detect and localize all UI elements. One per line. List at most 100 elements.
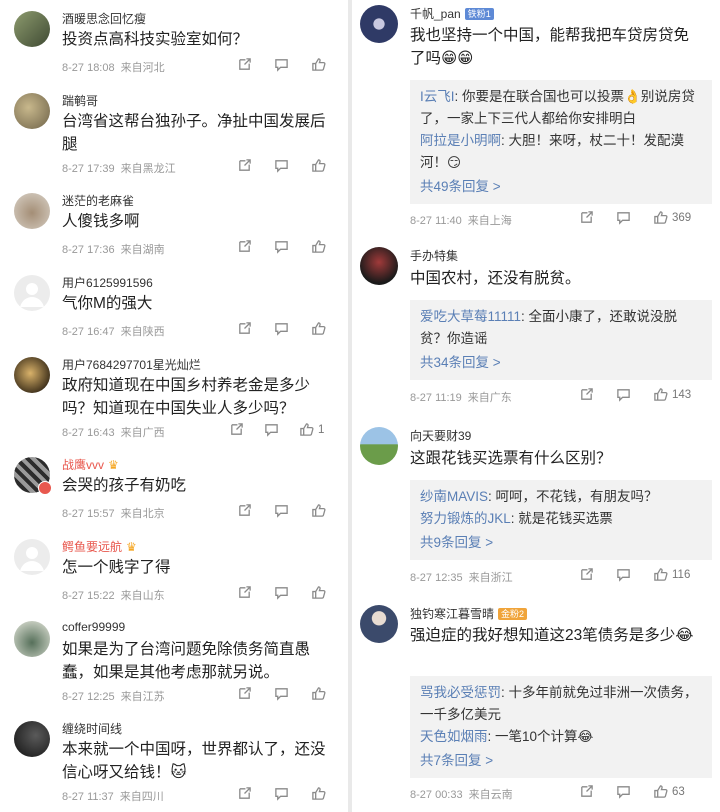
- commenter-name[interactable]: 独钓寒江暮雪晴 金粉2: [410, 605, 528, 622]
- commenter-name[interactable]: 迷茫的老麻雀: [62, 192, 134, 209]
- comment-icon[interactable]: [273, 57, 290, 72]
- share-icon[interactable]: [236, 321, 253, 336]
- reply-item[interactable]: 努力锻炼的JKL: 就是花钱买选票: [420, 508, 702, 530]
- reply-author[interactable]: 骂我必受惩罚: [420, 685, 501, 700]
- share-icon[interactable]: [578, 210, 595, 225]
- like-icon[interactable]: [298, 422, 315, 437]
- comment-actions: [236, 503, 327, 518]
- like-icon[interactable]: [652, 784, 669, 799]
- share-icon[interactable]: [236, 503, 253, 518]
- horse-avatar[interactable]: [14, 621, 50, 657]
- comment-time: 8-27 11:19: [410, 392, 462, 404]
- reply-author[interactable]: 纱南MAVIS: [420, 489, 488, 504]
- like-count: 116: [672, 568, 691, 581]
- commenter-name[interactable]: 战鹰vvv ♛: [62, 456, 119, 473]
- share-icon[interactable]: [578, 784, 595, 799]
- comment-meta: 8-27 15:22 来自山东: [62, 587, 171, 603]
- comment-icon[interactable]: [273, 686, 290, 701]
- like-icon[interactable]: [652, 567, 669, 582]
- field-avatar[interactable]: [360, 427, 398, 465]
- reply-author[interactable]: 天色如烟雨: [420, 729, 488, 744]
- default-user-avatar[interactable]: [14, 539, 50, 575]
- more-replies-link[interactable]: 共9条回复 >: [420, 532, 702, 554]
- comment-actions: [236, 158, 327, 173]
- comment-text: 如果是为了台湾问题免除债务简直愚蠢，如果是其他考虑那就另说。: [62, 641, 311, 681]
- reply-item[interactable]: 天色如烟雨: 一笔10个计算😂: [420, 726, 702, 748]
- comment-icon[interactable]: [615, 567, 632, 582]
- comment-icon[interactable]: [615, 784, 632, 799]
- share-icon[interactable]: [236, 239, 253, 254]
- comment-location: 来自河北: [120, 62, 165, 74]
- commenter-name[interactable]: 向天要财39: [410, 427, 471, 444]
- share-icon[interactable]: [578, 387, 595, 402]
- more-replies-link[interactable]: 共7条回复 >: [420, 750, 702, 772]
- like-icon[interactable]: [310, 239, 327, 254]
- comment-icon[interactable]: [615, 387, 632, 402]
- moon-avatar[interactable]: [14, 357, 50, 393]
- comment-time: 8-27 11:37: [62, 791, 114, 803]
- commenter-name[interactable]: 用户7684297701星光灿烂: [62, 356, 201, 373]
- commenter-name[interactable]: 用户6125991596: [62, 274, 153, 291]
- reply-item[interactable]: 阿拉是小明啊: 大胆！来呀，杖二十！发配漠河！😏: [420, 130, 702, 174]
- comment-meta: 8-27 17:36 来自湖南: [62, 241, 171, 257]
- comment-location: 来自上海: [467, 215, 512, 227]
- comment-icon[interactable]: [273, 321, 290, 336]
- comment-text: 会哭的孩子有奶吃: [62, 477, 187, 494]
- like-icon[interactable]: [310, 158, 327, 173]
- reply-item[interactable]: 爱吃大草莓11111: 全面小康了，还敢说没脱贫？你造谣: [420, 306, 702, 350]
- share-icon[interactable]: [236, 786, 253, 801]
- comment-item: 鳄鱼要远航 ♛ 怎一个贱字了得 8-27 15:22 来自山东: [0, 528, 348, 610]
- share-icon[interactable]: [228, 422, 245, 437]
- photo-avatar[interactable]: [14, 93, 50, 129]
- reply-author[interactable]: 爱吃大草莓11111: [420, 309, 521, 324]
- comment-icon[interactable]: [273, 585, 290, 600]
- figure-avatar[interactable]: [360, 247, 398, 285]
- share-icon[interactable]: [236, 585, 253, 600]
- reply-preview: 爱吃大草莓11111: 全面小康了，还敢说没脱贫？你造谣 共34条回复 >: [410, 300, 712, 380]
- commenter-name[interactable]: 手办特集: [410, 247, 458, 264]
- commenter-name[interactable]: 千帆_pan 铁粉1: [410, 5, 494, 22]
- comment-icon[interactable]: [273, 786, 290, 801]
- landscape-avatar[interactable]: [14, 11, 50, 47]
- share-icon[interactable]: [236, 158, 253, 173]
- reply-author[interactable]: I云飞I: [420, 89, 455, 104]
- share-icon[interactable]: [578, 567, 595, 582]
- commenter-name[interactable]: 缠绕时间线: [62, 720, 122, 737]
- like-icon[interactable]: [310, 686, 327, 701]
- reply-author[interactable]: 阿拉是小明啊: [420, 133, 501, 148]
- comment-time: 8-27 15:57: [62, 508, 115, 520]
- like-icon[interactable]: [310, 503, 327, 518]
- more-replies-link[interactable]: 共49条回复 >: [420, 176, 702, 198]
- anime-avatar[interactable]: [360, 605, 398, 643]
- commenter-name[interactable]: 酒暖思念回忆瘦: [62, 10, 146, 27]
- reply-item[interactable]: I云飞I: 你要是在联合国也可以投票👌别说房贷了，一家上下三代人都给你安排明白: [420, 86, 702, 130]
- comment-icon[interactable]: [263, 422, 280, 437]
- comment-icon[interactable]: [615, 210, 632, 225]
- like-icon[interactable]: [310, 57, 327, 72]
- comment-location: 来自云南: [468, 789, 513, 801]
- sparrow-avatar[interactable]: [14, 193, 50, 229]
- commenter-name[interactable]: 踹鹌哥: [62, 92, 98, 109]
- like-icon[interactable]: [652, 210, 669, 225]
- reply-item[interactable]: 纱南MAVIS: 呵呵，不花钱，有朋友吗？: [420, 486, 702, 508]
- like-icon[interactable]: [310, 321, 327, 336]
- comment-icon[interactable]: [273, 158, 290, 173]
- share-icon[interactable]: [236, 686, 253, 701]
- comment-item: 用户6125991596 气你M的强大 8-27 16:47 来自陕西: [0, 264, 348, 346]
- like-icon[interactable]: [310, 786, 327, 801]
- comment-location: 来自陕西: [120, 326, 165, 338]
- comment-time: 8-27 11:40: [410, 215, 462, 227]
- comment-icon[interactable]: [273, 503, 290, 518]
- like-icon[interactable]: [652, 387, 669, 402]
- default-user-avatar[interactable]: [14, 275, 50, 311]
- commenter-name[interactable]: 鳄鱼要远航 ♛: [62, 538, 137, 555]
- comment-icon[interactable]: [273, 239, 290, 254]
- like-icon[interactable]: [310, 585, 327, 600]
- more-replies-link[interactable]: 共34条回复 >: [420, 352, 702, 374]
- reply-item[interactable]: 骂我必受惩罚: 十多年前就免过非洲一次债务，一千多亿美元: [420, 682, 702, 726]
- dark-avatar[interactable]: [14, 721, 50, 757]
- emblem-avatar[interactable]: [360, 5, 398, 43]
- commenter-name[interactable]: coffer99999: [62, 620, 125, 634]
- reply-author[interactable]: 努力锻炼的JKL: [420, 511, 511, 526]
- share-icon[interactable]: [236, 57, 253, 72]
